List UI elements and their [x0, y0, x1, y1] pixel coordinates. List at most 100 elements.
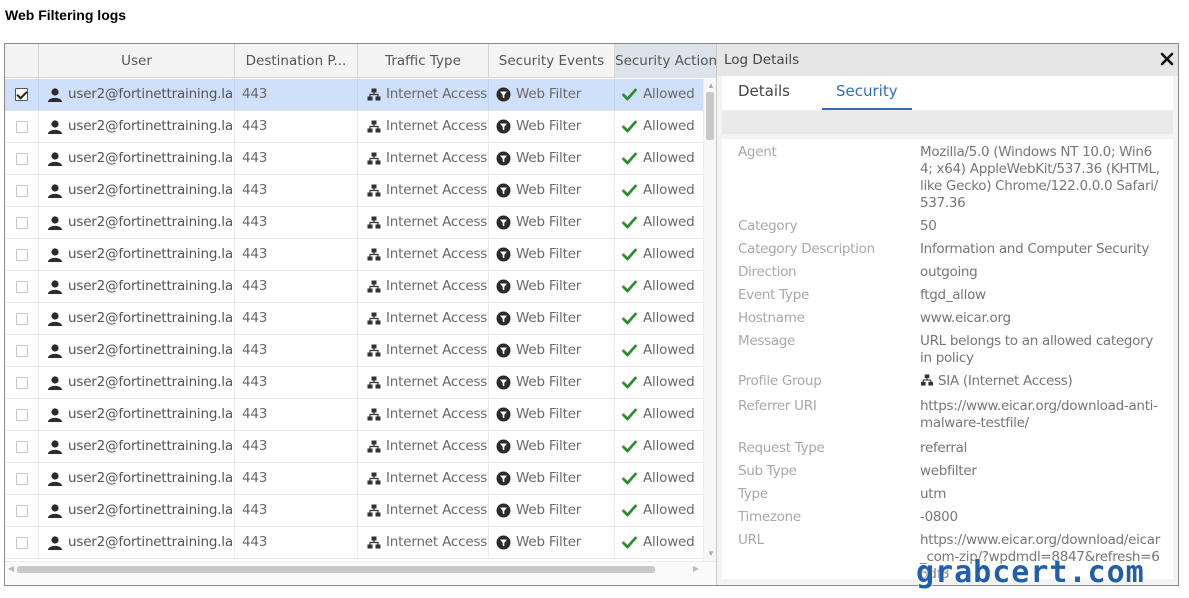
row-select-cell	[5, 527, 39, 558]
table-row[interactable]: user2@fortinettraining.lab 443 Internet Ac…	[5, 335, 703, 367]
log-details-panel: Log Details Details Security Agent Mozill…	[716, 44, 1178, 585]
security-action-cell: Allowed	[615, 79, 703, 110]
traffic-type-text: Internet Access	[386, 150, 488, 166]
detail-value: referral	[920, 440, 968, 456]
row-checkbox[interactable]	[15, 504, 28, 517]
table-row[interactable]: user2@fortinettraining.lab 443 Internet Ac…	[5, 175, 703, 207]
row-checkbox[interactable]	[15, 184, 28, 197]
header-destination-port[interactable]: Destination P...	[235, 44, 358, 78]
security-action-text: Allowed	[643, 278, 695, 294]
row-checkbox[interactable]	[15, 88, 28, 101]
table-row[interactable]: user2@fortinettraining.lab 443 Internet Ac…	[5, 79, 703, 111]
security-event-cell: Web Filter	[489, 335, 615, 366]
header-security-events[interactable]: Security Events	[489, 44, 615, 78]
security-event-text: Web Filter	[516, 278, 582, 294]
row-checkbox[interactable]	[15, 248, 28, 261]
security-action-text: Allowed	[643, 118, 695, 134]
row-checkbox[interactable]	[15, 152, 28, 165]
checkmark-icon	[622, 280, 637, 293]
user-name: user2@fortinettraining.lab	[68, 438, 235, 454]
header-select[interactable]	[5, 44, 39, 78]
row-checkbox[interactable]	[15, 472, 28, 485]
row-checkbox[interactable]	[15, 280, 28, 293]
table-row[interactable]: user2@fortinettraining.lab 443 Internet Ac…	[5, 271, 703, 303]
security-event-text: Web Filter	[516, 438, 582, 454]
checkmark-icon	[622, 152, 637, 165]
user-name: user2@fortinettraining.lab	[68, 470, 235, 486]
detail-label: Referrer URI	[738, 398, 817, 414]
detail-value-wrap: Information and Computer Security	[920, 241, 1160, 258]
row-checkbox[interactable]	[15, 376, 28, 389]
row-checkbox[interactable]	[15, 120, 28, 133]
traffic-type-cell: Internet Access	[358, 527, 489, 558]
tab-details[interactable]: Details	[730, 76, 798, 110]
user-name: user2@fortinettraining.lab	[68, 406, 235, 422]
security-event-cell: Web Filter	[489, 463, 615, 494]
traffic-type-text: Internet Access	[386, 534, 488, 550]
security-action-cell: Allowed	[615, 527, 703, 558]
checkmark-icon	[622, 408, 637, 421]
destination-port-cell: 443	[235, 239, 358, 270]
security-event-text: Web Filter	[516, 182, 582, 198]
row-checkbox[interactable]	[15, 408, 28, 421]
user-cell: user2@fortinettraining.lab	[39, 527, 235, 558]
row-checkbox[interactable]	[15, 312, 28, 325]
horizontal-scroll-thumb[interactable]	[17, 566, 655, 573]
header-traffic-type[interactable]: Traffic Type	[358, 44, 489, 78]
checkmark-icon	[622, 120, 637, 133]
scroll-down-icon[interactable]: ▼	[707, 550, 715, 558]
traffic-type-cell: Internet Access	[358, 495, 489, 526]
table-row[interactable]: user2@fortinettraining.lab 443 Internet Ac…	[5, 367, 703, 399]
table-row[interactable]: user2@fortinettraining.lab 443 Internet Ac…	[5, 207, 703, 239]
checkmark-icon	[622, 216, 637, 229]
table-row[interactable]: user2@fortinettraining.lab 443 Internet Ac…	[5, 111, 703, 143]
table-row[interactable]: user2@fortinettraining.lab 443 Internet Ac…	[5, 463, 703, 495]
table-row[interactable]: user2@fortinettraining.lab 443 Internet Ac…	[5, 399, 703, 431]
detail-value: ftgd_allow	[920, 287, 986, 303]
scroll-left-icon[interactable]: ◀	[8, 564, 14, 573]
network-icon	[367, 504, 381, 517]
table-row[interactable]: user2@fortinettraining.lab 443 Internet Ac…	[5, 239, 703, 271]
vertical-scrollbar[interactable]: ▲ ▼	[703, 79, 716, 561]
security-action-cell: Allowed	[615, 431, 703, 462]
detail-row: Event Type ftgd_allow	[722, 287, 1173, 304]
tab-security[interactable]: Security	[822, 76, 912, 110]
table-row[interactable]: user2@fortinettraining.lab 443 Internet Ac…	[5, 143, 703, 175]
close-icon[interactable]	[1160, 52, 1174, 66]
vertical-scroll-thumb[interactable]	[706, 92, 714, 140]
page-title: Web Filtering logs	[5, 7, 127, 23]
security-event-text: Web Filter	[516, 342, 582, 358]
row-checkbox[interactable]	[15, 344, 28, 357]
security-event-cell: Web Filter	[489, 111, 615, 142]
row-checkbox[interactable]	[15, 536, 28, 549]
network-icon	[367, 88, 381, 101]
security-action-cell: Allowed	[615, 335, 703, 366]
row-checkbox[interactable]	[15, 440, 28, 453]
row-checkbox[interactable]	[15, 216, 28, 229]
table-row[interactable]: user2@fortinettraining.lab 443 Internet Ac…	[5, 431, 703, 463]
table-row[interactable]: user2@fortinettraining.lab 443 Internet Ac…	[5, 527, 703, 559]
row-select-cell	[5, 79, 39, 110]
scroll-right-icon[interactable]: ▶	[693, 564, 699, 573]
scroll-up-icon[interactable]: ▲	[707, 82, 715, 90]
horizontal-scrollbar[interactable]: ◀ ▶	[5, 561, 716, 585]
user-icon	[48, 183, 62, 198]
user-name: user2@fortinettraining.lab	[68, 278, 235, 294]
logs-frame: User Destination P... Traffic Type Secur…	[4, 43, 1179, 586]
security-action-cell: Allowed	[615, 271, 703, 302]
detail-row: Profile Group SIA (Internet Access)	[722, 373, 1173, 390]
checkmark-icon	[622, 376, 637, 389]
security-action-cell: Allowed	[615, 303, 703, 334]
user-cell: user2@fortinettraining.lab	[39, 463, 235, 494]
security-action-cell: Allowed	[615, 175, 703, 206]
security-event-cell: Web Filter	[489, 303, 615, 334]
header-security-action[interactable]: Security Action	[615, 44, 716, 78]
detail-value: outgoing	[920, 264, 978, 280]
header-user[interactable]: User	[39, 44, 235, 78]
security-action-text: Allowed	[643, 310, 695, 326]
table-row[interactable]: user2@fortinettraining.lab 443 Internet Ac…	[5, 495, 703, 527]
traffic-type-text: Internet Access	[386, 374, 488, 390]
security-event-cell: Web Filter	[489, 527, 615, 558]
table-row[interactable]: user2@fortinettraining.lab 443 Internet Ac…	[5, 303, 703, 335]
web-filter-icon	[496, 279, 511, 294]
